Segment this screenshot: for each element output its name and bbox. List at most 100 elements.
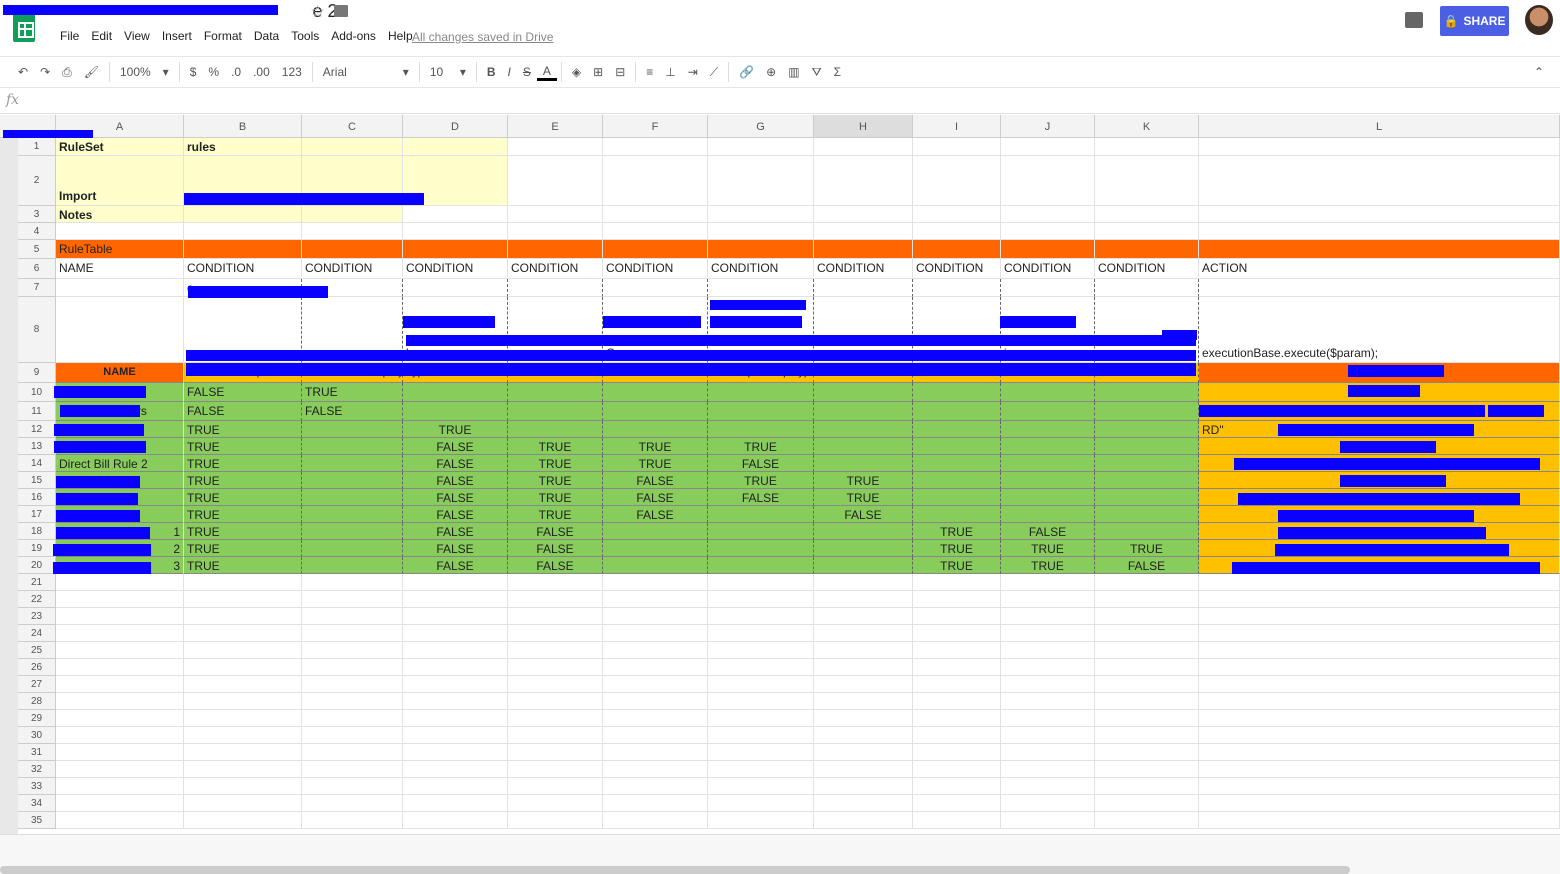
cell-L34[interactable] — [1199, 795, 1560, 812]
column-header-H[interactable]: H — [814, 115, 913, 138]
cell-G15[interactable]: TRUE — [708, 472, 814, 489]
cell-F34[interactable] — [603, 795, 708, 812]
cell-G28[interactable] — [708, 693, 814, 710]
cell-K4[interactable] — [1095, 223, 1199, 240]
cell-E4[interactable] — [508, 223, 603, 240]
cell-G22[interactable] — [708, 591, 814, 608]
cell-G21[interactable] — [708, 574, 814, 591]
cell-I3[interactable] — [913, 206, 1001, 223]
cell-C27[interactable] — [302, 676, 403, 693]
cell-I14[interactable] — [913, 455, 1001, 472]
row-header-16[interactable]: 16 — [18, 489, 56, 506]
cell-A9[interactable]: NAME — [56, 363, 184, 383]
cell-B27[interactable] — [184, 676, 302, 693]
row-header-9[interactable]: 9 — [18, 363, 56, 383]
cell-I27[interactable] — [913, 676, 1001, 693]
cell-D29[interactable] — [403, 710, 508, 727]
cell-H22[interactable] — [814, 591, 913, 608]
cell-E23[interactable] — [508, 608, 603, 625]
row-header-15[interactable]: 15 — [18, 472, 56, 489]
cell-A28[interactable] — [56, 693, 184, 710]
row-header-23[interactable]: 23 — [18, 608, 56, 625]
cell-K11[interactable] — [1095, 402, 1199, 421]
cell-C25[interactable] — [302, 642, 403, 659]
cell-D14[interactable]: FALSE — [403, 455, 508, 472]
cell-K23[interactable] — [1095, 608, 1199, 625]
cell-B11[interactable]: FALSE — [184, 402, 302, 421]
cell-I23[interactable] — [913, 608, 1001, 625]
cell-E19[interactable]: FALSE — [508, 540, 603, 557]
cell-F24[interactable] — [603, 625, 708, 642]
cell-I19[interactable]: TRUE — [913, 540, 1001, 557]
cell-K6[interactable]: CONDITION — [1095, 259, 1199, 279]
font-select[interactable]: Arial — [317, 65, 397, 79]
strikethrough-button[interactable]: S — [517, 65, 537, 79]
cell-J21[interactable] — [1001, 574, 1095, 591]
cell-D17[interactable]: FALSE — [403, 506, 508, 523]
cell-I33[interactable] — [913, 778, 1001, 795]
cell-J1[interactable] — [1001, 138, 1095, 156]
cell-H13[interactable] — [814, 438, 913, 455]
cell-H7[interactable] — [814, 279, 913, 297]
cell-L28[interactable] — [1199, 693, 1560, 710]
cell-E21[interactable] — [508, 574, 603, 591]
cell-B28[interactable] — [184, 693, 302, 710]
cell-A29[interactable] — [56, 710, 184, 727]
cell-F27[interactable] — [603, 676, 708, 693]
cell-H28[interactable] — [814, 693, 913, 710]
filter-icon[interactable]: ⛛ — [806, 65, 828, 80]
sheets-logo[interactable] — [13, 14, 35, 42]
cell-D1[interactable] — [403, 138, 508, 156]
cell-E31[interactable] — [508, 744, 603, 761]
font-size-select[interactable]: 10 — [424, 65, 454, 79]
cell-G24[interactable] — [708, 625, 814, 642]
cell-H32[interactable] — [814, 761, 913, 778]
cell-A21[interactable] — [56, 574, 184, 591]
cell-D35[interactable] — [403, 812, 508, 829]
cell-L22[interactable] — [1199, 591, 1560, 608]
cell-E27[interactable] — [508, 676, 603, 693]
cell-F14[interactable]: TRUE — [603, 455, 708, 472]
cell-J6[interactable]: CONDITION — [1001, 259, 1095, 279]
cell-L31[interactable] — [1199, 744, 1560, 761]
cell-C30[interactable] — [302, 727, 403, 744]
cell-E15[interactable]: TRUE — [508, 472, 603, 489]
cell-A34[interactable] — [56, 795, 184, 812]
cell-F15[interactable]: FALSE — [603, 472, 708, 489]
cell-D33[interactable] — [403, 778, 508, 795]
redo-icon[interactable]: ↷ — [34, 65, 56, 79]
row-header-17[interactable]: 17 — [18, 506, 56, 523]
cell-A6[interactable]: NAME — [56, 259, 184, 279]
cell-G14[interactable]: FALSE — [708, 455, 814, 472]
cell-I18[interactable]: TRUE — [913, 523, 1001, 540]
row-header-26[interactable]: 26 — [18, 659, 56, 676]
menu-view[interactable]: View — [118, 29, 156, 43]
cell-B13[interactable]: TRUE — [184, 438, 302, 455]
cell-A3[interactable]: Notes — [56, 206, 184, 223]
cell-C28[interactable] — [302, 693, 403, 710]
cell-G32[interactable] — [708, 761, 814, 778]
cell-C34[interactable] — [302, 795, 403, 812]
row-header-27[interactable]: 27 — [18, 676, 56, 693]
cell-G5[interactable] — [708, 240, 814, 259]
column-header-L[interactable]: L — [1199, 115, 1560, 138]
cell-B25[interactable] — [184, 642, 302, 659]
cell-G12[interactable] — [708, 421, 814, 438]
cell-H4[interactable] — [814, 223, 913, 240]
row-header-32[interactable]: 32 — [18, 761, 56, 778]
cell-F23[interactable] — [603, 608, 708, 625]
cell-B20[interactable]: TRUE — [184, 557, 302, 574]
row-header-29[interactable]: 29 — [18, 710, 56, 727]
cell-F7[interactable] — [603, 279, 708, 297]
cell-F17[interactable]: FALSE — [603, 506, 708, 523]
cell-K17[interactable] — [1095, 506, 1199, 523]
cell-J33[interactable] — [1001, 778, 1095, 795]
cell-L33[interactable] — [1199, 778, 1560, 795]
collapse-icon[interactable]: ⌃ — [1528, 65, 1550, 79]
cell-K26[interactable] — [1095, 659, 1199, 676]
cell-H18[interactable] — [814, 523, 913, 540]
cell-F13[interactable]: TRUE — [603, 438, 708, 455]
cell-G6[interactable]: CONDITION — [708, 259, 814, 279]
cell-H3[interactable] — [814, 206, 913, 223]
chart-icon[interactable]: ▥ — [782, 65, 805, 79]
